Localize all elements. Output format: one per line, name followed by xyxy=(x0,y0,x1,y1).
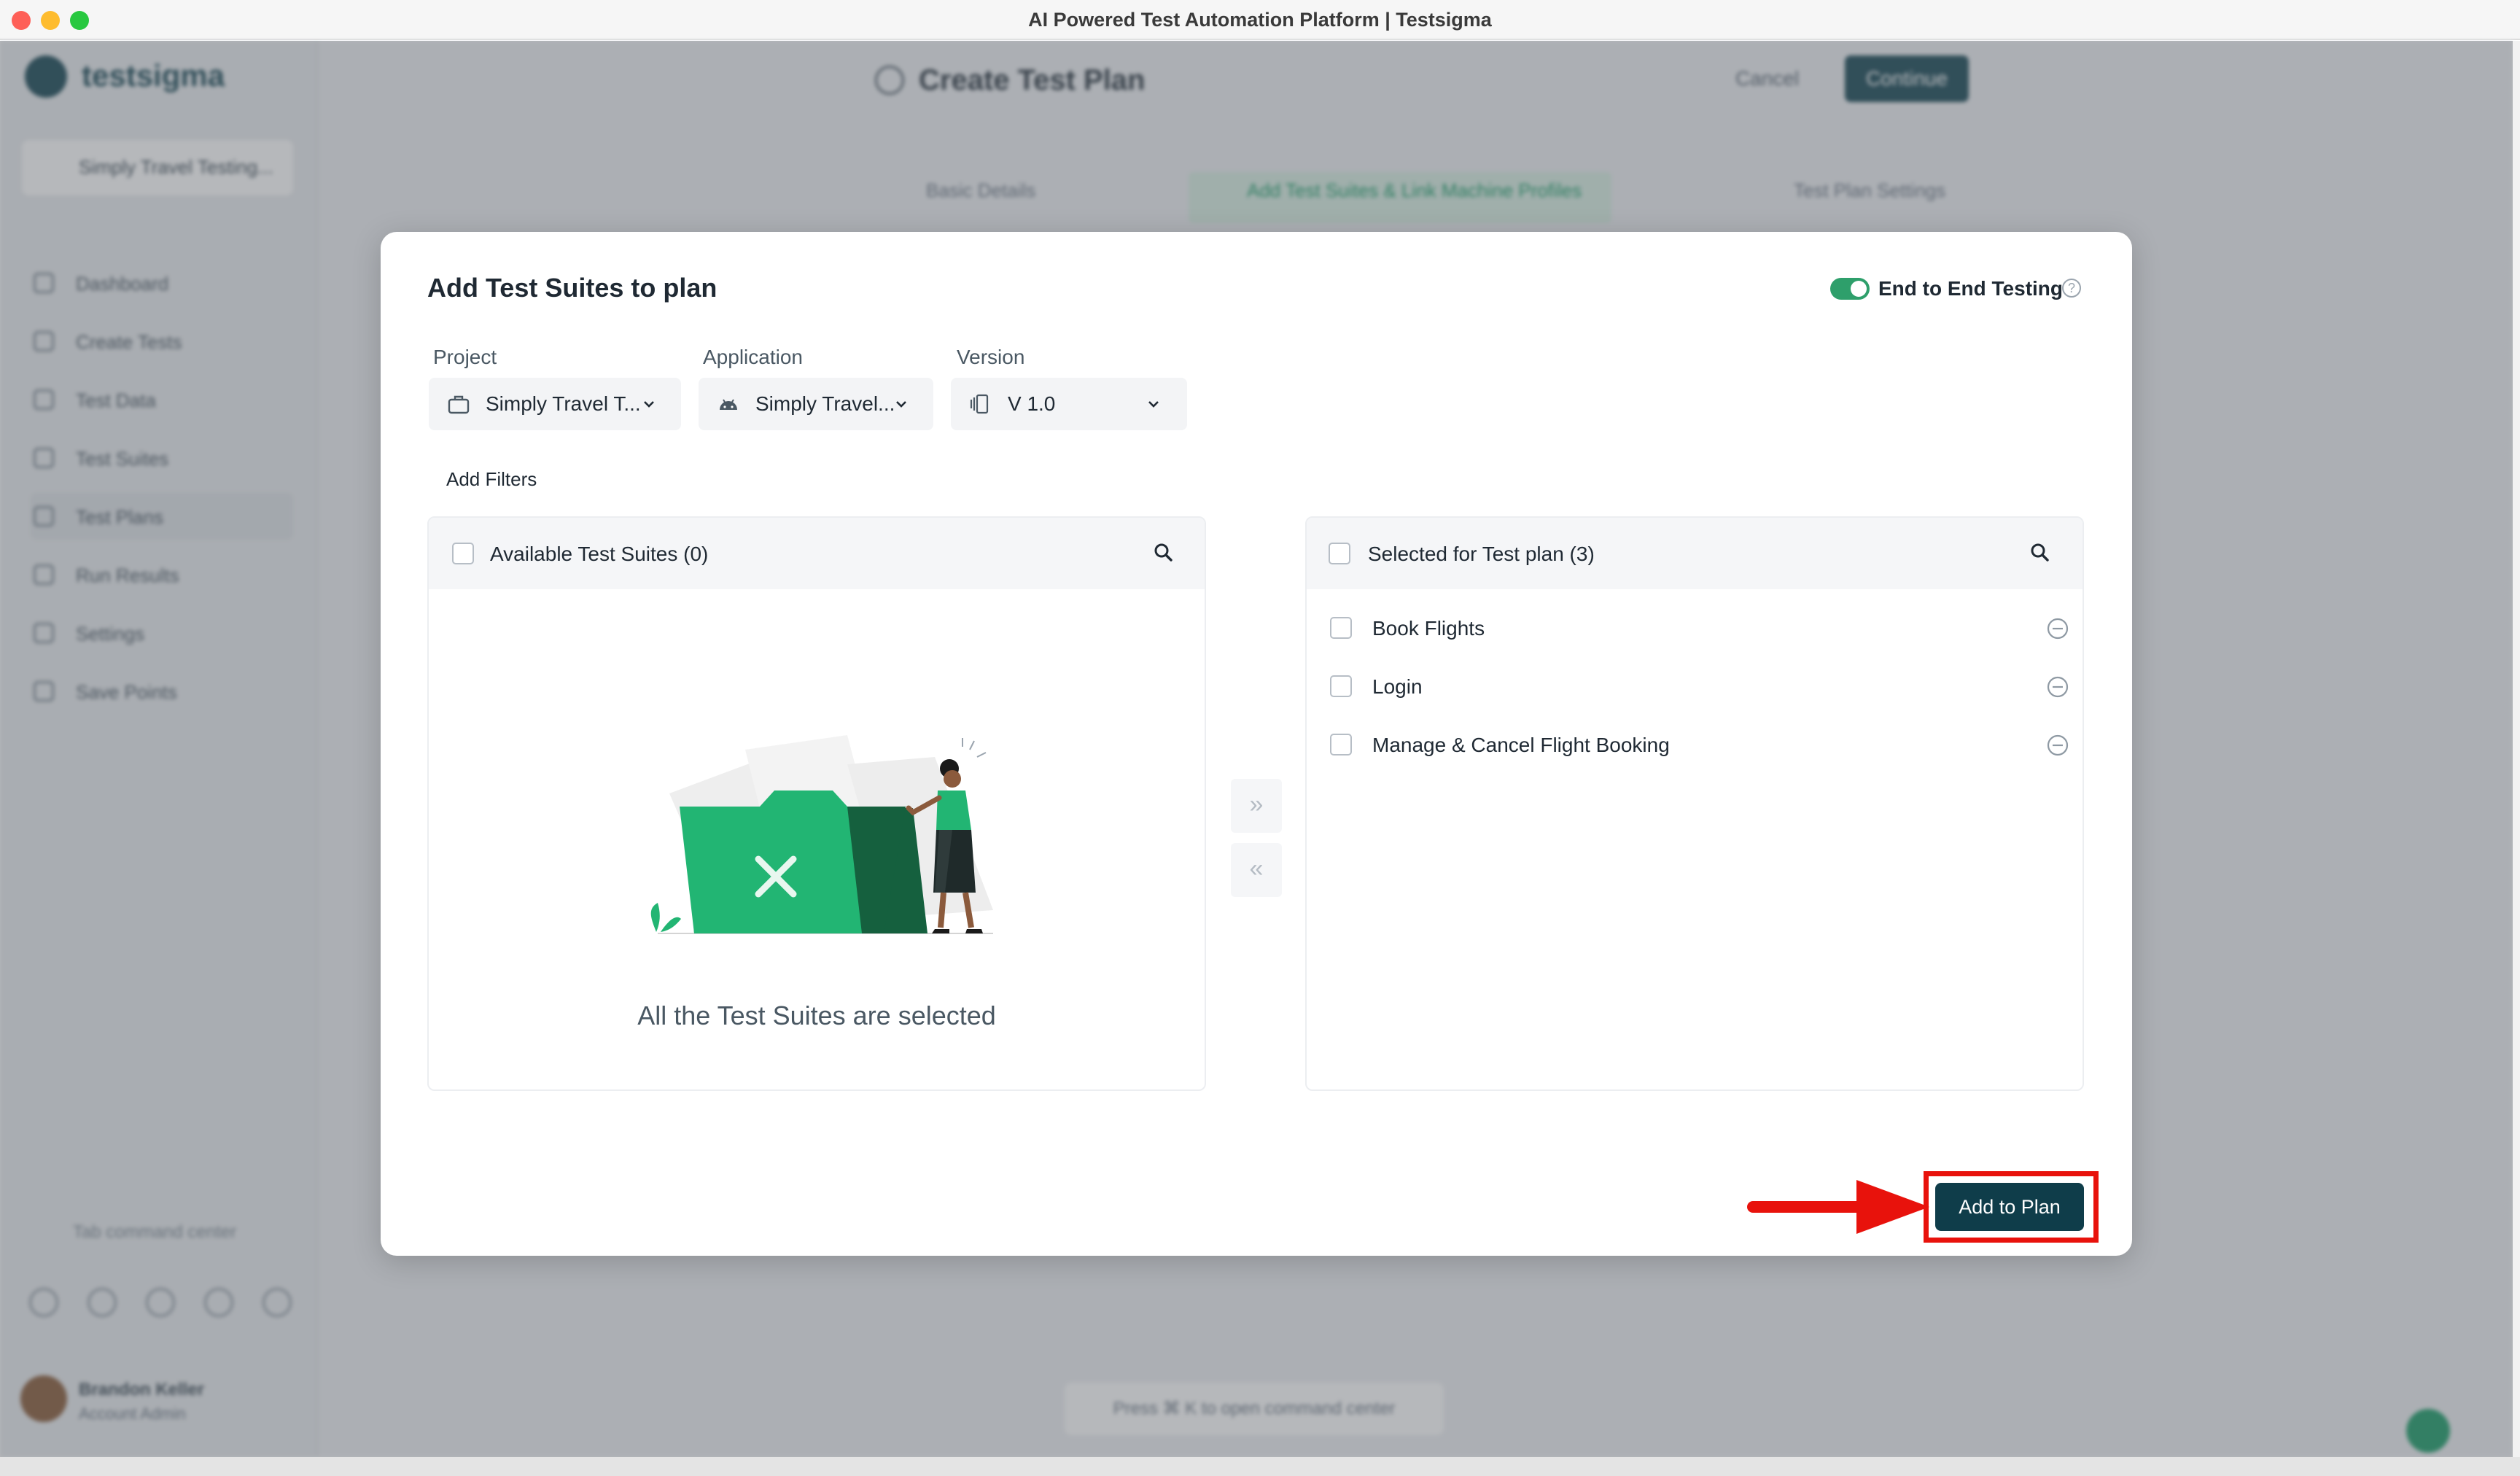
project-label: Project xyxy=(433,346,497,368)
empty-state-message: All the Test Suites are selected xyxy=(637,1001,996,1030)
list-item[interactable]: Login xyxy=(1308,658,2081,716)
select-all-selected-checkbox[interactable] xyxy=(1329,543,1350,564)
search-icon[interactable] xyxy=(2029,541,2052,564)
chevron-down-icon xyxy=(896,401,906,408)
remove-circle-icon[interactable] xyxy=(2046,617,2069,640)
application-select-value: Simply Travel... xyxy=(755,392,895,415)
window-edge xyxy=(2513,41,2520,1457)
empty-folder-illustration xyxy=(650,735,993,934)
highlight-box-annotation xyxy=(1924,1171,2099,1243)
versions-icon xyxy=(970,394,989,414)
add-test-suites-modal: Add Test Suites to plan End to End Testi… xyxy=(381,232,2132,1256)
red-arrow-annotation xyxy=(1747,1180,1929,1234)
move-left-button[interactable]: « xyxy=(1231,843,1282,897)
suite-label: Book Flights xyxy=(1372,617,1485,640)
add-filters-link[interactable]: Add Filters xyxy=(446,468,537,491)
selected-test-suites-panel: Selected for Test plan (3) Book Flights … xyxy=(1305,516,2084,1091)
question-circle-icon[interactable]: ? xyxy=(2062,279,2081,298)
chevron-down-icon xyxy=(1148,401,1159,408)
suite-label: Login xyxy=(1372,675,1423,698)
move-right-button[interactable]: » xyxy=(1231,779,1282,833)
modal-title: Add Test Suites to plan xyxy=(427,273,718,303)
suite-checkbox[interactable] xyxy=(1330,617,1352,639)
search-icon[interactable] xyxy=(1152,541,1175,564)
window-bottom-edge xyxy=(0,1457,2520,1476)
suite-checkbox[interactable] xyxy=(1330,675,1352,697)
remove-circle-icon[interactable] xyxy=(2046,675,2069,699)
available-panel-title: Available Test Suites (0) xyxy=(490,543,709,565)
application-label: Application xyxy=(703,346,803,368)
version-select-value: V 1.0 xyxy=(1008,392,1056,415)
chevron-down-icon xyxy=(644,401,654,408)
window-title: AI Powered Test Automation Platform | Te… xyxy=(1028,9,1492,31)
version-label: Version xyxy=(957,346,1025,368)
remove-circle-icon[interactable] xyxy=(2046,734,2069,757)
version-select[interactable]: V 1.0 xyxy=(951,378,1187,430)
available-panel-header: Available Test Suites (0) xyxy=(429,518,1205,589)
selected-panel-title: Selected for Test plan (3) xyxy=(1368,543,1595,565)
suite-checkbox[interactable] xyxy=(1330,734,1352,756)
briefcase-icon xyxy=(448,395,470,414)
selected-panel-header: Selected for Test plan (3) xyxy=(1307,518,2082,589)
list-item[interactable]: Manage & Cancel Flight Booking xyxy=(1308,716,2081,774)
select-all-available-checkbox[interactable] xyxy=(452,543,474,564)
project-select-value: Simply Travel T... xyxy=(486,392,641,415)
suite-label: Manage & Cancel Flight Booking xyxy=(1372,734,1670,756)
end-to-end-label: End to End Testing xyxy=(1878,277,2064,300)
end-to-end-toggle[interactable] xyxy=(1830,278,1870,300)
android-icon xyxy=(720,399,737,410)
project-select[interactable]: Simply Travel T... xyxy=(429,378,681,430)
list-item[interactable]: Book Flights xyxy=(1308,599,2081,658)
application-select[interactable]: Simply Travel... xyxy=(699,378,933,430)
